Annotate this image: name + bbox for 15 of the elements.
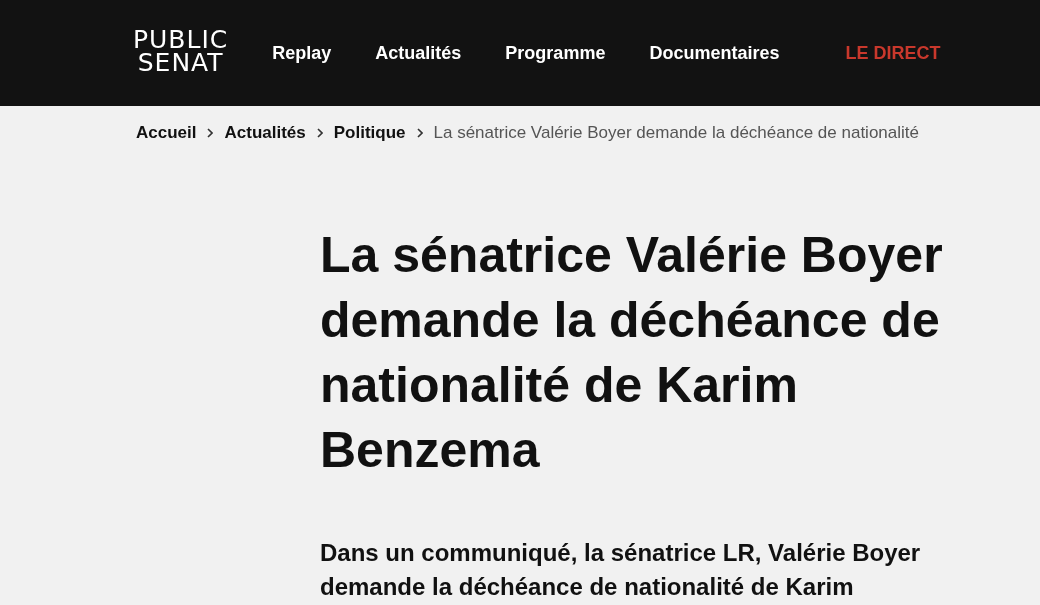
live-link[interactable]: LE DIRECT <box>845 42 941 64</box>
nav-link[interactable]: Actualités <box>375 42 462 64</box>
article-title: La sénatrice Valérie Boyer demande la déchéance de nationalité de Karim Benzema <box>320 226 944 480</box>
nav-link[interactable]: Documentaires <box>649 42 780 64</box>
nav-link[interactable]: Replay <box>272 42 332 64</box>
breadcrumb-link[interactable]: Accueil <box>136 123 197 143</box>
breadcrumb-current: La sénatrice Valérie Boyer demande la déchéance de nationalité <box>433 123 919 143</box>
breadcrumb-link[interactable]: Actualités <box>224 123 306 143</box>
chevron-icon <box>416 128 423 138</box>
article-lead: Dans un communiqué, la sénatrice LR, Valérie Boyer demande la déchéance de nationalité de Karim <box>320 538 922 602</box>
site-logo[interactable]: PUBLIC SENAT <box>133 28 229 74</box>
chevron-icon <box>316 128 323 138</box>
breadcrumb-link[interactable]: Politique <box>333 123 406 143</box>
chevron-icon <box>207 128 214 138</box>
nav-link[interactable]: Programme <box>505 42 606 64</box>
